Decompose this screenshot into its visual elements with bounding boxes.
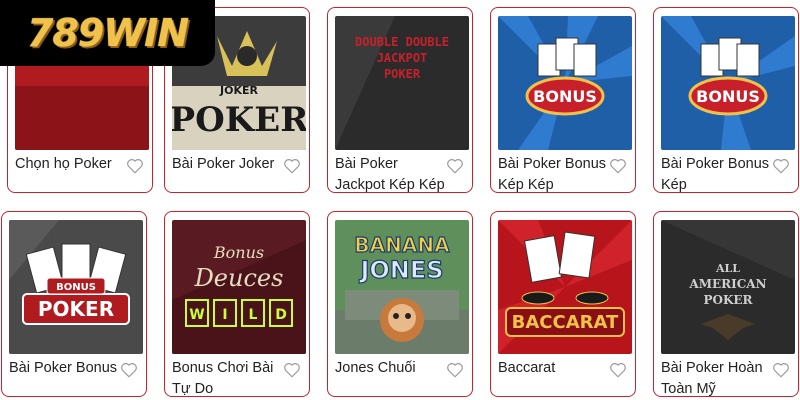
svg-text:I: I bbox=[222, 307, 227, 323]
svg-text:JOKER: JOKER bbox=[219, 84, 258, 97]
svg-text:BANANA: BANANA bbox=[354, 233, 450, 257]
svg-text:POKER: POKER bbox=[703, 293, 753, 307]
double-double-jackpot-poker-art: DOUBLE DOUBLE JACKPOT POKER bbox=[335, 16, 469, 150]
game-thumbnail[interactable]: POKER BONUS bbox=[9, 220, 143, 354]
svg-text:JACKPOT: JACKPOT bbox=[377, 51, 428, 65]
svg-text:BONUS: BONUS bbox=[533, 87, 597, 106]
favorite-heart-icon[interactable] bbox=[120, 361, 138, 379]
game-card-double-double-jackpot-poker[interactable]: DOUBLE DOUBLE JACKPOT POKER Bài Poker Ja… bbox=[327, 7, 473, 193]
all-american-poker-art: ALL AMERICAN POKER bbox=[661, 220, 795, 354]
svg-text:BONUS: BONUS bbox=[56, 282, 96, 293]
game-thumbnail[interactable]: BANANA JONES bbox=[335, 220, 469, 354]
svg-text:Bonus: Bonus bbox=[213, 243, 264, 262]
game-card-banana-jones[interactable]: BANANA JONES Jones Chuối bbox=[327, 211, 473, 397]
svg-text:JONES: JONES bbox=[358, 256, 443, 284]
game-card-double-double-bonus-poker[interactable]: BONUS Bài Poker Bonus Kép Kép bbox=[490, 7, 636, 193]
bonus-deuces-wild-art: Bonus Deuces W I L D bbox=[172, 220, 306, 354]
brand-logo[interactable]: 789WIN bbox=[0, 0, 215, 66]
favorite-heart-icon[interactable] bbox=[126, 157, 144, 175]
game-thumbnail[interactable]: DOUBLE DOUBLE JACKPOT POKER bbox=[335, 16, 469, 150]
game-card-bonus-deuces-wild[interactable]: Bonus Deuces W I L D Bonus Chơi Bài Tự D… bbox=[164, 211, 310, 397]
favorite-heart-icon[interactable] bbox=[772, 361, 790, 379]
banana-jones-art: BANANA JONES bbox=[335, 220, 469, 354]
baccarat-art: BACCARAT bbox=[498, 220, 632, 354]
svg-text:D: D bbox=[275, 307, 287, 323]
svg-text:POKER: POKER bbox=[38, 297, 114, 321]
logo-text: 789WIN bbox=[26, 11, 189, 55]
svg-text:Deuces: Deuces bbox=[194, 264, 284, 292]
svg-text:BONUS: BONUS bbox=[696, 87, 760, 106]
svg-text:BACCARAT: BACCARAT bbox=[512, 312, 619, 333]
game-title[interactable]: Jones Chuối bbox=[335, 358, 447, 379]
bonus-poker-art: POKER BONUS bbox=[9, 220, 143, 354]
game-title[interactable]: Bài Poker Bonus Kép Kép bbox=[498, 154, 610, 192]
game-card-bonus-poker[interactable]: POKER BONUS Bài Poker Bonus bbox=[1, 211, 147, 397]
svg-text:POKER: POKER bbox=[172, 100, 306, 140]
svg-text:DOUBLE DOUBLE: DOUBLE DOUBLE bbox=[355, 35, 449, 49]
game-card-baccarat[interactable]: BACCARAT Baccarat bbox=[490, 211, 636, 397]
svg-text:POKER: POKER bbox=[384, 67, 421, 81]
double-double-bonus-poker-art: BONUS bbox=[498, 16, 632, 150]
game-title[interactable]: Bài Poker Jackpot Kép Kép bbox=[335, 154, 447, 192]
game-card-double-bonus-poker[interactable]: BONUS Bài Poker Bonus Kép bbox=[653, 7, 799, 193]
favorite-heart-icon[interactable] bbox=[772, 157, 790, 175]
favorite-heart-icon[interactable] bbox=[609, 157, 627, 175]
svg-text:AMERICAN: AMERICAN bbox=[688, 277, 766, 291]
game-thumbnail[interactable]: BONUS bbox=[661, 16, 795, 150]
favorite-heart-icon[interactable] bbox=[446, 361, 464, 379]
svg-text:W: W bbox=[189, 307, 204, 323]
game-title[interactable]: Bài Poker Bonus bbox=[9, 358, 121, 379]
game-thumbnail[interactable]: BONUS bbox=[498, 16, 632, 150]
game-title[interactable]: Bonus Chơi Bài Tự Do bbox=[172, 358, 284, 396]
game-title[interactable]: Baccarat bbox=[498, 358, 610, 379]
favorite-heart-icon[interactable] bbox=[283, 157, 301, 175]
game-thumbnail[interactable]: ALL AMERICAN POKER bbox=[661, 220, 795, 354]
game-title[interactable]: Bài Poker Joker bbox=[172, 154, 284, 175]
double-bonus-poker-art: BONUS bbox=[661, 16, 795, 150]
game-title[interactable]: Bài Poker Bonus Kép bbox=[661, 154, 773, 192]
game-thumbnail[interactable]: BACCARAT bbox=[498, 220, 632, 354]
game-thumbnail[interactable]: Bonus Deuces W I L D bbox=[172, 220, 306, 354]
favorite-heart-icon[interactable] bbox=[283, 361, 301, 379]
svg-text:L: L bbox=[249, 307, 258, 323]
favorite-heart-icon[interactable] bbox=[446, 157, 464, 175]
game-title[interactable]: Chọn họ Poker bbox=[15, 154, 127, 175]
svg-text:ALL: ALL bbox=[715, 262, 740, 275]
favorite-heart-icon[interactable] bbox=[609, 361, 627, 379]
game-card-all-american-poker[interactable]: ALL AMERICAN POKER Bài Poker Hoàn Toàn M… bbox=[653, 211, 799, 397]
game-title[interactable]: Bài Poker Hoàn Toàn Mỹ bbox=[661, 358, 773, 396]
